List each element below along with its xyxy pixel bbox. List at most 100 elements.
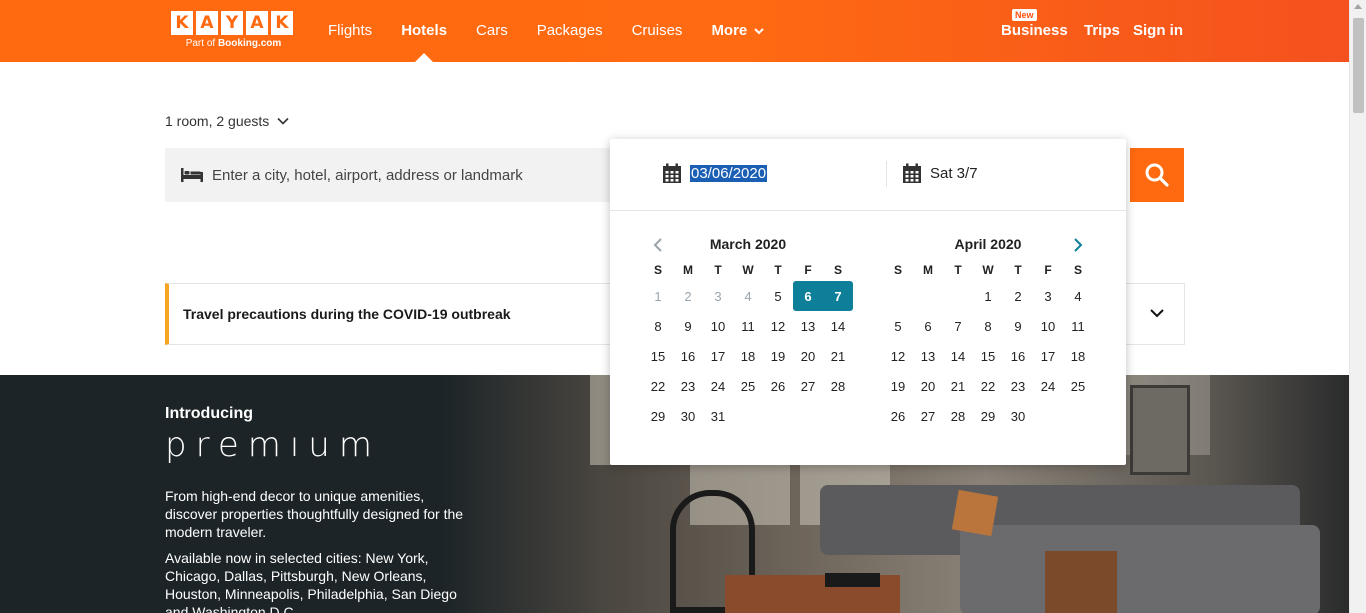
- search-button[interactable]: [1130, 148, 1184, 202]
- calendar-day[interactable]: 19: [763, 341, 793, 371]
- calendar-day[interactable]: 2: [1003, 281, 1033, 311]
- calendar-day[interactable]: 8: [643, 311, 673, 341]
- calendar-day[interactable]: 30: [673, 401, 703, 431]
- calendar-day[interactable]: 30: [1003, 401, 1033, 431]
- calendar-day[interactable]: 7: [943, 311, 973, 341]
- destination-search[interactable]: [165, 148, 610, 202]
- calendar-day[interactable]: 20: [913, 371, 943, 401]
- logo-letter: A: [246, 11, 268, 35]
- calendar-day[interactable]: 23: [673, 371, 703, 401]
- day-of-week-label: T: [774, 263, 782, 277]
- calendar-day[interactable]: 23: [1003, 371, 1033, 401]
- month-grid: 1 2 3 4 5 6 7 8 9 10 11 12 13 14 15 16 17 18 19 20 21 22 23 24 2…: [643, 281, 853, 431]
- nav-cruises[interactable]: Cruises: [632, 0, 683, 62]
- sign-in-link[interactable]: Sign in: [1133, 22, 1183, 39]
- calendar-day[interactable]: 24: [1033, 371, 1063, 401]
- calendar-day[interactable]: 26: [883, 401, 913, 431]
- calendar-day[interactable]: 12: [763, 311, 793, 341]
- calendar-day[interactable]: 17: [1033, 341, 1063, 371]
- calendar-day[interactable]: 18: [1063, 341, 1093, 371]
- calendar-day[interactable]: 14: [823, 311, 853, 341]
- scroll-up-icon[interactable]: [1354, 4, 1362, 9]
- page-scrollbar[interactable]: [1349, 0, 1366, 613]
- calendar-day[interactable]: 31: [703, 401, 733, 431]
- calendar-day[interactable]: 3: [1033, 281, 1063, 311]
- check-out-field[interactable]: Sat 3/7: [902, 163, 978, 184]
- calendar-day[interactable]: 4: [1063, 281, 1093, 311]
- calendar-day[interactable]: 15: [973, 341, 1003, 371]
- calendar-day[interactable]: 12: [883, 341, 913, 371]
- days-of-week: SMTWTFS: [883, 263, 1093, 277]
- chevron-down-icon[interactable]: [1148, 304, 1166, 322]
- calendar-day[interactable]: 29: [643, 401, 673, 431]
- calendar-day[interactable]: 9: [1003, 311, 1033, 341]
- calendar-day[interactable]: 22: [973, 371, 1003, 401]
- calendar-day[interactable]: 9: [673, 311, 703, 341]
- calendar-day[interactable]: 21: [943, 371, 973, 401]
- nav-business[interactable]: Business: [1001, 22, 1068, 39]
- nav-cars[interactable]: Cars: [476, 0, 508, 62]
- calendar-day[interactable]: 28: [823, 371, 853, 401]
- nav-more[interactable]: More: [711, 0, 765, 62]
- calendar-day-selected[interactable]: 6: [793, 281, 823, 311]
- calendar-day[interactable]: 26: [763, 371, 793, 401]
- check-in-field[interactable]: 03/06/2020: [662, 163, 768, 184]
- month-april: April 2020 SMTWTFS 1 2 3 4 5 6 7 8 9 10 11 12 13 14 15…: [883, 236, 1093, 431]
- nav-packages[interactable]: Packages: [537, 0, 603, 62]
- nav-hotels[interactable]: Hotels: [401, 0, 447, 62]
- logo-letter: Y: [221, 11, 243, 35]
- calendar-day[interactable]: 28: [943, 401, 973, 431]
- calendar-day[interactable]: 17: [703, 341, 733, 371]
- week-row: 8 9 10 11 12 13 14: [643, 311, 853, 341]
- logo-subtitle: Part of Booking.com: [185, 38, 282, 49]
- date-fields: 03/06/2020 Sat 3/7: [610, 139, 1126, 211]
- calendar-day[interactable]: 19: [883, 371, 913, 401]
- nav-more-label: More: [711, 22, 748, 39]
- calendar-day[interactable]: 5: [763, 281, 793, 311]
- calendar-day[interactable]: 5: [883, 311, 913, 341]
- calendar-day[interactable]: 21: [823, 341, 853, 371]
- guests-selector[interactable]: 1 room, 2 guests: [165, 113, 289, 129]
- destination-input[interactable]: [212, 166, 592, 184]
- calendar-day[interactable]: 15: [643, 341, 673, 371]
- calendar-day[interactable]: 14: [943, 341, 973, 371]
- day-of-week-label: S: [1073, 263, 1082, 277]
- calendar-day[interactable]: 6: [913, 311, 943, 341]
- premium-copy: Introducing premıum From high-end decor …: [165, 405, 475, 613]
- premium-intro: Introducing: [165, 405, 253, 422]
- calendar-day[interactable]: 13: [793, 311, 823, 341]
- check-in-value[interactable]: 03/06/2020: [690, 165, 768, 182]
- calendar-day[interactable]: 11: [733, 311, 763, 341]
- check-out-value[interactable]: Sat 3/7: [930, 165, 978, 182]
- calendar-day[interactable]: 8: [973, 311, 1003, 341]
- calendar-day[interactable]: 16: [1003, 341, 1033, 371]
- calendar-day[interactable]: 25: [1063, 371, 1093, 401]
- calendar-day[interactable]: 1: [973, 281, 1003, 311]
- week-row: 22 23 24 25 26 27 28: [643, 371, 853, 401]
- day-of-week-label: M: [683, 263, 693, 277]
- nav-trips[interactable]: Trips: [1084, 22, 1120, 39]
- nav-flights[interactable]: Flights: [328, 0, 372, 62]
- calendar-icon: [663, 163, 681, 183]
- calendar-day[interactable]: 13: [913, 341, 943, 371]
- calendar-day[interactable]: 29: [973, 401, 1003, 431]
- calendar-day[interactable]: 27: [793, 371, 823, 401]
- calendar-day[interactable]: 27: [913, 401, 943, 431]
- calendar-day[interactable]: 22: [643, 371, 673, 401]
- scroll-thumb[interactable]: [1353, 18, 1364, 113]
- kayak-logo[interactable]: K A Y A K Part of Booking.com: [171, 11, 296, 49]
- week-row: 29 30 31: [643, 401, 853, 431]
- calendar-day[interactable]: 10: [703, 311, 733, 341]
- empty-day-cell: [883, 281, 913, 311]
- empty-day-cell: [763, 401, 793, 431]
- calendar-day[interactable]: 24: [703, 371, 733, 401]
- week-row: 19 20 21 22 23 24 25: [883, 371, 1093, 401]
- week-row: 26 27 28 29 30: [883, 401, 1093, 431]
- calendar-day[interactable]: 11: [1063, 311, 1093, 341]
- calendar-day[interactable]: 16: [673, 341, 703, 371]
- calendar-day[interactable]: 10: [1033, 311, 1063, 341]
- calendar-day[interactable]: 25: [733, 371, 763, 401]
- calendar-day[interactable]: 20: [793, 341, 823, 371]
- calendar-day-selected[interactable]: 7: [823, 281, 853, 311]
- calendar-day[interactable]: 18: [733, 341, 763, 371]
